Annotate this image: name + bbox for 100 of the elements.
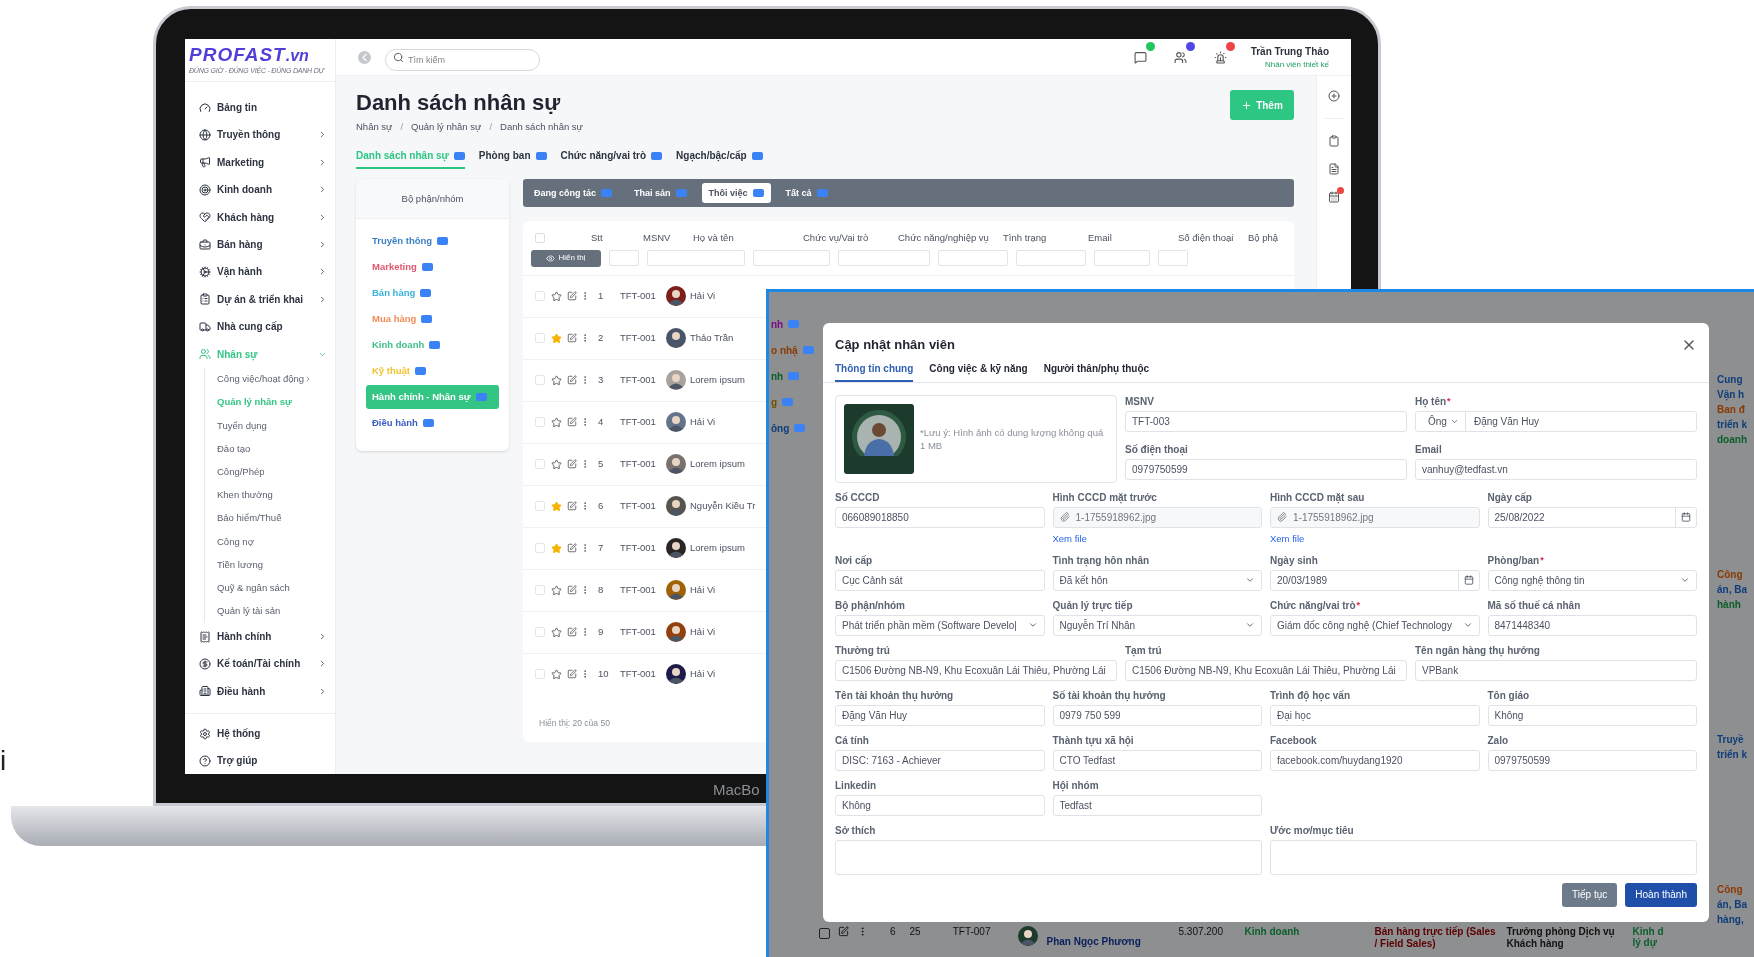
star-icon[interactable] [551, 290, 562, 302]
status-tab[interactable]: Thai sản [627, 183, 694, 204]
breadcrumb-link[interactable]: Quản lý nhân sự [411, 120, 482, 135]
star-icon[interactable] [551, 458, 562, 470]
siren-icon[interactable] [1214, 50, 1228, 64]
input-field[interactable]: 066089018850 [835, 506, 1045, 528]
date-field[interactable]: 25/08/2022 [1487, 506, 1697, 528]
tab[interactable]: Ngạch/bậc/cấp [676, 148, 763, 170]
row-checkbox[interactable] [819, 928, 830, 939]
nav-item[interactable]: Hệ thống [199, 720, 335, 747]
nav-item[interactable]: Khách hàng [199, 203, 327, 231]
calendar-icon[interactable] [1328, 191, 1340, 203]
star-icon[interactable] [551, 584, 562, 596]
edit-icon[interactable] [567, 417, 577, 427]
nav-subitem[interactable]: Tuyển dụng [217, 414, 327, 438]
filter-field[interactable] [1094, 250, 1150, 266]
edit-icon[interactable] [567, 501, 577, 511]
nav-item[interactable]: Điều hành [199, 677, 327, 705]
header-checkbox[interactable] [535, 233, 545, 244]
star-icon[interactable] [551, 332, 562, 344]
select-field[interactable]: Giám đốc công nghệ (Chief Technology [1270, 614, 1480, 636]
input-field[interactable]: vanhuy@tedfast.vn [1415, 458, 1697, 480]
input-field[interactable]: Không [1487, 704, 1697, 726]
nav-item[interactable]: Bảng tin [199, 93, 327, 122]
breadcrumb-link[interactable]: Nhân sự [356, 120, 393, 135]
input-field[interactable]: facebook.com/huydang1920 [1270, 749, 1480, 771]
star-icon[interactable] [551, 542, 562, 554]
nav-subitem[interactable]: Khen thưởng [217, 483, 327, 507]
star-icon[interactable] [551, 500, 562, 512]
input-field[interactable]: DISC: 7163 - Achiever [835, 749, 1045, 771]
edit-icon[interactable] [567, 459, 577, 469]
input-field[interactable]: 0979750599 [1125, 458, 1407, 480]
input-field[interactable]: Cục Cảnh sát [835, 569, 1045, 591]
document-icon[interactable] [1328, 163, 1340, 175]
nav-item[interactable]: Trợ giúp [199, 747, 335, 774]
people-icon[interactable] [1174, 50, 1188, 64]
input-field[interactable]: Không [835, 794, 1045, 816]
nav-item[interactable]: Kinh doanh [199, 176, 327, 204]
continue-button[interactable]: Tiếp tục [1562, 882, 1618, 907]
input-field[interactable]: 0979 750 599 [1052, 704, 1262, 726]
nav-subitem[interactable]: Bảo hiểm/Thuế [217, 506, 327, 531]
star-icon[interactable] [551, 416, 562, 428]
nav-item[interactable]: Truyền thông [199, 121, 327, 149]
status-tab[interactable]: Thôi việc [701, 183, 771, 204]
filter-field[interactable] [609, 250, 639, 266]
name-field[interactable]: Ông Đặng Văn Huy [1415, 410, 1697, 432]
status-tab[interactable]: Đang công tác [527, 183, 619, 204]
clipboard-icon[interactable] [1328, 135, 1340, 147]
collapse-icon[interactable] [358, 50, 371, 64]
filter-field[interactable] [938, 250, 1008, 266]
nav-subitem[interactable]: Công việc/hoạt động [217, 367, 327, 391]
tab[interactable]: Chức năng/vai trò [560, 148, 663, 170]
input-field[interactable]: VPBank [1415, 659, 1697, 681]
file-field[interactable]: 1-1755918962.jpg [1270, 506, 1480, 528]
tab[interactable]: Người thân/phụ thuộc [1043, 360, 1150, 382]
star-icon[interactable] [551, 374, 562, 386]
edit-icon[interactable] [567, 585, 577, 595]
filter-field[interactable] [1016, 250, 1086, 266]
nav-subitem[interactable]: Tiền lương [217, 553, 327, 577]
input-field[interactable]: C1506 Đường NB-N9, Khu Ecoxuân Lái Thiêu, Phường Lái [1125, 659, 1407, 681]
department-item[interactable]: Điều hành [366, 411, 499, 436]
nav-item[interactable]: Hành chính [199, 622, 327, 651]
input-field[interactable]: Đặng Văn Huy [835, 704, 1045, 726]
tab[interactable]: Thông tin chung [835, 360, 914, 382]
edit-icon[interactable] [838, 926, 849, 937]
edit-icon[interactable] [567, 543, 577, 553]
input-field[interactable]: CTO Tedfast [1052, 749, 1262, 771]
nav-item[interactable]: Dự án & triển khai [199, 285, 327, 313]
status-tab[interactable]: Tất cả [778, 183, 835, 204]
view-file-link[interactable]: Xem file [1270, 531, 1480, 546]
input-field[interactable]: 0979750599 [1487, 749, 1697, 771]
nav-subitem[interactable]: Quản lý tài sản [217, 599, 327, 623]
view-file-link[interactable]: Xem file [1052, 531, 1262, 546]
breadcrumb-link[interactable]: Danh sách nhân sự [500, 120, 583, 135]
nav-subitem[interactable]: Công nợ [217, 530, 327, 554]
edit-icon[interactable] [567, 375, 577, 385]
nav-item[interactable]: Nhà cung cấp [199, 313, 327, 341]
edit-icon[interactable] [567, 669, 577, 679]
nav-item[interactable]: Bán hàng [199, 230, 327, 259]
nav-item[interactable]: Vận hành [199, 258, 327, 286]
filter-field[interactable] [838, 250, 930, 266]
input-field[interactable]: Tedfast [1052, 794, 1262, 816]
input-field[interactable]: Đại học [1270, 704, 1480, 726]
input-field[interactable]: TFT-003 [1125, 410, 1407, 432]
select-field[interactable]: Phát triển phần mềm (Software Develo| [835, 614, 1045, 636]
chat-icon[interactable] [1134, 50, 1148, 64]
select-field[interactable]: Đã kết hôn [1052, 569, 1262, 591]
tab[interactable]: Công việc & kỹ năng [929, 360, 1028, 382]
edit-icon[interactable] [567, 333, 577, 343]
edit-icon[interactable] [567, 291, 577, 301]
search-field[interactable]: Tìm kiếm [385, 49, 540, 71]
input-field[interactable]: 8471448340 [1487, 614, 1697, 636]
nav-subitem[interactable]: Công/Phép [217, 460, 327, 484]
finish-button[interactable]: Hoàn thành [1625, 882, 1697, 907]
star-icon[interactable] [551, 668, 562, 680]
edit-icon[interactable] [567, 627, 577, 637]
department-item[interactable]: Truyền thông [366, 229, 499, 254]
show-button[interactable]: Hiển thị [531, 249, 601, 267]
file-field[interactable]: 1-1755918962.jpg [1052, 506, 1262, 528]
nav-subitem[interactable]: Đào tạo [217, 437, 327, 461]
